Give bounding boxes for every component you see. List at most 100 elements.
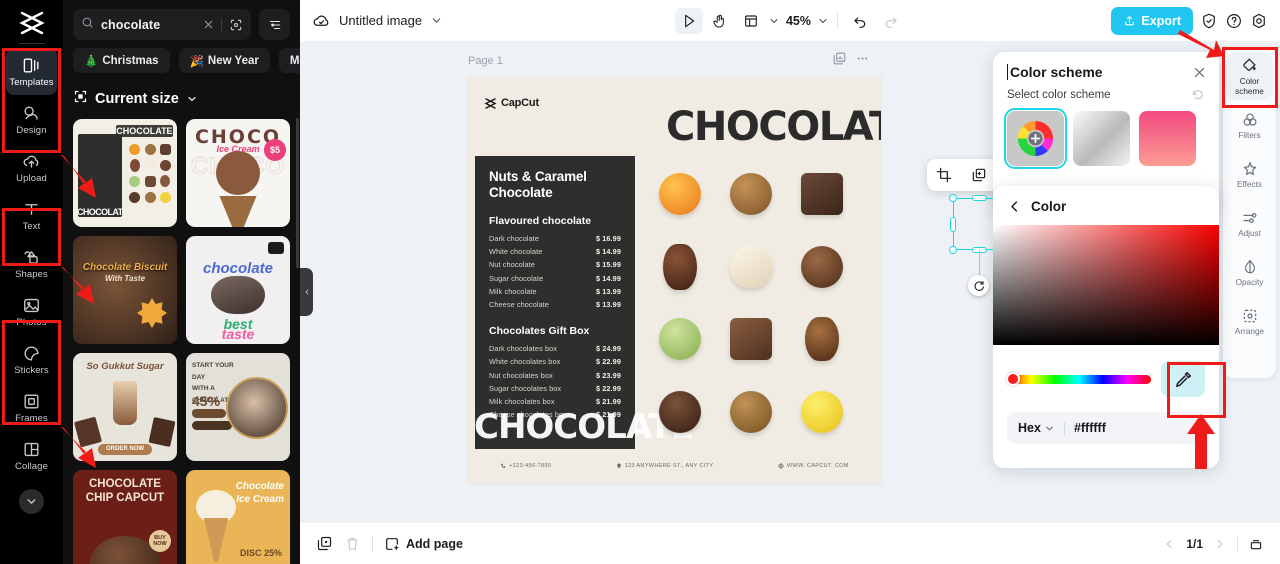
close-icon[interactable] — [1192, 65, 1207, 80]
page-counter: 1/1 — [1186, 536, 1203, 551]
sidebar-item-stickers[interactable]: Stickers — [6, 336, 57, 383]
sidebar-item-frames[interactable]: Frames — [6, 384, 57, 431]
template-card[interactable]: So Gukkut Sugar ORDER NOW — [73, 353, 177, 461]
template-card[interactable]: CHOCO Ice Cream CHOCO $5 — [186, 119, 290, 227]
item-name: Nut chocolates box — [489, 370, 553, 380]
sidebar-item-photos[interactable]: Photos — [6, 288, 57, 335]
title-dropdown-chevron[interactable] — [430, 14, 443, 27]
panel-collapse-handle[interactable] — [300, 268, 313, 316]
menu-card[interactable]: Nuts & Caramel Chocolate Flavoured choco… — [475, 156, 635, 449]
chocolate-pecan[interactable] — [805, 317, 840, 362]
template-card[interactable]: START YOUR DAYWITH ACHOCOLATE COFFEE 45% — [186, 353, 290, 461]
chevron-down-icon — [1046, 426, 1053, 430]
hex-format-dropdown[interactable]: Hex — [1018, 421, 1055, 435]
clear-search-icon[interactable] — [203, 19, 214, 30]
panel-scrollbar[interactable] — [296, 118, 299, 268]
rotate-handle[interactable] — [968, 275, 989, 296]
tool-adjust[interactable]: Adjust — [1226, 200, 1273, 247]
chip-most-popular[interactable]: Most — [278, 48, 300, 73]
chevron-left-icon — [305, 289, 308, 295]
handle-left-center[interactable] — [950, 217, 956, 232]
duplicate-page-icon[interactable] — [832, 51, 847, 66]
hue-slider[interactable] — [1006, 372, 1151, 386]
duplicate-icon[interactable] — [971, 167, 987, 183]
tool-arrange[interactable]: Arrange — [1226, 298, 1273, 345]
template-card[interactable]: chocolate best taste — [186, 236, 290, 344]
prev-page-button[interactable] — [1162, 537, 1176, 551]
hex-input-row[interactable]: Hex #ffffff — [1007, 412, 1205, 444]
template-card[interactable]: Chocolate Biscuit With Taste — [73, 236, 177, 344]
back-button[interactable] — [1007, 199, 1022, 214]
party-popper-icon: 🎉 — [189, 55, 204, 68]
design-canvas[interactable]: CapCut CHOCOLATE Nuts & Caramel Chocolat… — [468, 76, 881, 483]
chip-label: Christmas — [102, 54, 159, 67]
chocolate-orange-truffle[interactable] — [658, 173, 701, 216]
layout-tool-button[interactable] — [737, 8, 765, 34]
crop-icon[interactable] — [936, 167, 952, 183]
chip-christmas[interactable]: 🎄 Christmas — [73, 48, 170, 73]
search-input[interactable]: chocolate — [73, 9, 251, 40]
undo-button[interactable] — [846, 8, 874, 34]
cloud-sync-icon[interactable] — [312, 11, 331, 30]
handle-bottom-left[interactable] — [949, 246, 957, 254]
page-more-icon[interactable] — [855, 51, 870, 66]
chocolate-square-dark[interactable] — [801, 173, 844, 216]
chocolate-white-praline[interactable] — [729, 245, 772, 288]
zoom-dropdown-chevron[interactable] — [817, 15, 829, 27]
template-card[interactable]: Chocolate Ice Cream DISC 25% — [186, 470, 290, 564]
template-card[interactable]: CHOCOLATE CHOCOLAT — [73, 119, 177, 227]
page-grid-button[interactable] — [1248, 536, 1264, 552]
hex-value-input[interactable]: #ffffff — [1074, 421, 1106, 435]
sidebar-item-upload[interactable]: Upload — [6, 144, 57, 191]
shield-icon[interactable] — [1200, 12, 1218, 30]
chip-new-year[interactable]: 🎉 New Year — [178, 48, 270, 73]
help-icon[interactable] — [1225, 12, 1243, 30]
template-card[interactable]: CHOCOLATE CHIP CAPCUT BUY NOW — [73, 470, 177, 564]
chocolate-dark-mound[interactable] — [658, 390, 701, 433]
capcut-logo[interactable] — [12, 6, 52, 40]
menu-row: Dark chocolate $ 16.99 — [489, 232, 621, 245]
redo-button[interactable] — [877, 8, 905, 34]
handle-top-center[interactable] — [972, 195, 987, 201]
hand-tool-button[interactable] — [706, 8, 734, 34]
delete-page-button[interactable] — [344, 535, 361, 552]
reset-icon[interactable] — [1191, 88, 1205, 102]
swatch-pink-gradient[interactable] — [1139, 111, 1196, 166]
duplicate-page-button[interactable] — [316, 535, 333, 552]
handle-bottom-center[interactable] — [972, 247, 987, 253]
chocolate-yellow-crunch[interactable] — [801, 390, 844, 433]
filter-button[interactable] — [259, 9, 290, 40]
sidebar-item-shapes[interactable]: Shapes — [6, 240, 57, 287]
chocolate-matcha[interactable] — [658, 318, 701, 361]
saturation-value-area[interactable] — [993, 225, 1219, 345]
select-tool-button[interactable] — [674, 7, 703, 34]
rail-expand-button[interactable] — [19, 489, 44, 514]
swatch-custom-color-wheel[interactable] — [1004, 108, 1067, 169]
chocolate-coffee-bean[interactable] — [662, 243, 697, 290]
layout-dropdown-chevron[interactable] — [768, 15, 780, 27]
chocolate-square-milk[interactable] — [729, 318, 772, 361]
handle-top-left[interactable] — [949, 194, 957, 202]
swatch-gray-gradient[interactable] — [1073, 111, 1130, 166]
canvas-title[interactable]: CHOCOLATE — [666, 104, 881, 150]
hue-slider-knob[interactable] — [1006, 372, 1020, 386]
image-search-icon[interactable] — [229, 18, 243, 32]
export-button[interactable]: Export — [1111, 6, 1193, 35]
tool-color-scheme[interactable]: Color scheme — [1226, 53, 1273, 100]
eyedropper-button[interactable] — [1161, 361, 1205, 397]
add-page-button[interactable]: Add page — [384, 536, 463, 552]
tool-filters[interactable]: Filters — [1226, 102, 1273, 149]
document-title[interactable]: Untitled image — [339, 13, 422, 28]
chocolate-hazelnut[interactable] — [729, 390, 772, 433]
sidebar-item-collage[interactable]: Collage — [6, 432, 57, 479]
sidebar-item-templates[interactable]: Templates — [6, 48, 57, 95]
chocolate-rocher[interactable] — [801, 245, 844, 288]
tool-opacity[interactable]: Opacity — [1226, 249, 1273, 296]
sidebar-item-text[interactable]: Text — [6, 192, 57, 239]
current-size-dropdown[interactable]: Current size — [63, 73, 300, 108]
tool-effects[interactable]: Effects — [1226, 151, 1273, 198]
sidebar-item-design[interactable]: Design — [6, 96, 57, 143]
chocolate-nut-truffle[interactable] — [729, 173, 772, 216]
settings-icon[interactable] — [1250, 12, 1268, 30]
next-page-button[interactable] — [1213, 537, 1227, 551]
